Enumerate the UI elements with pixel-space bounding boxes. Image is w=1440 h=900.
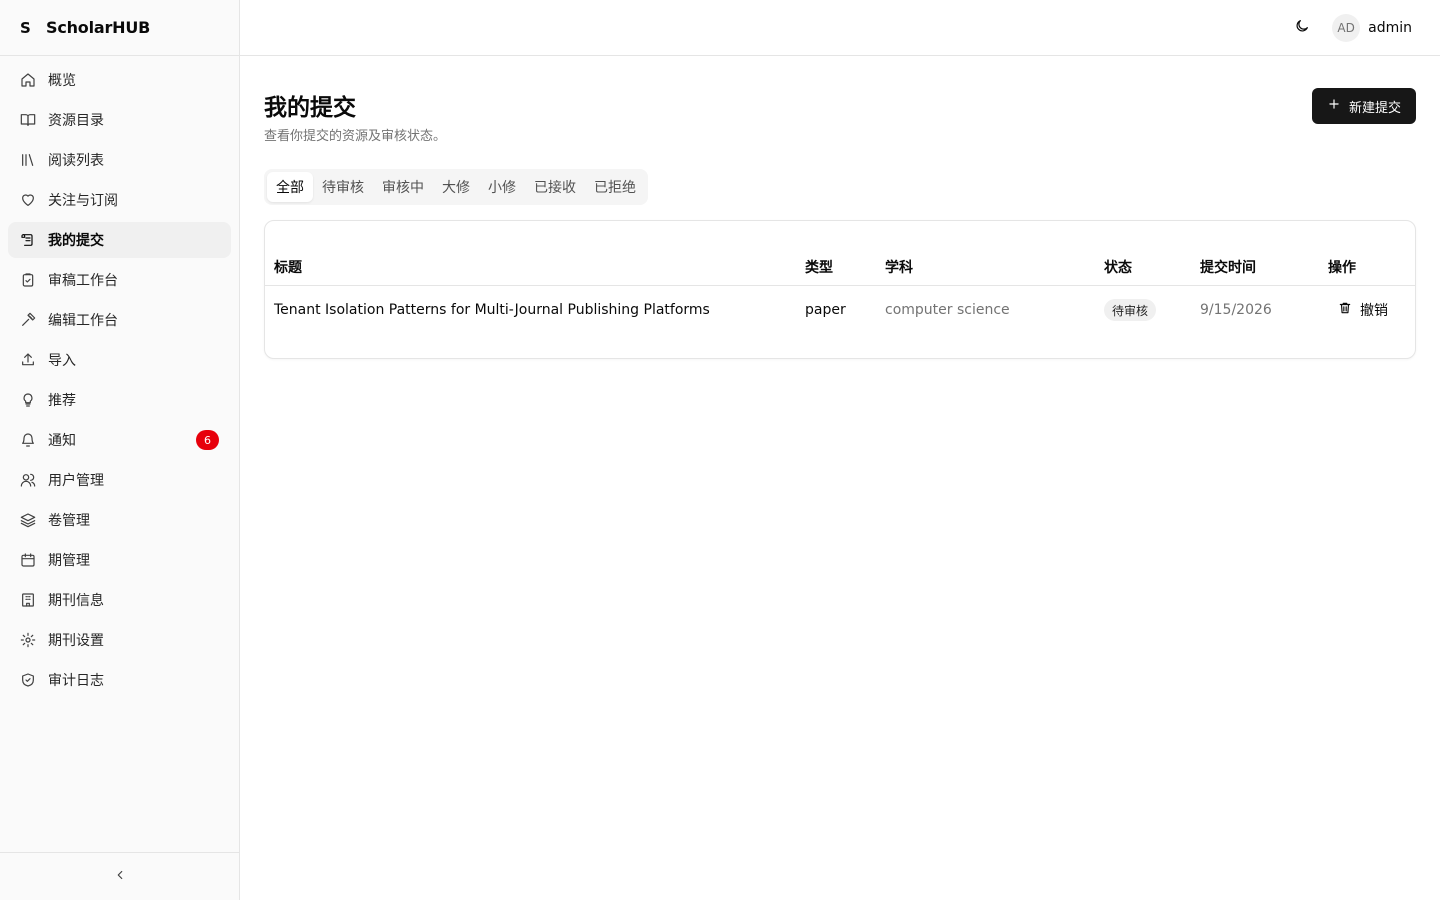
sidebar-item-label: 推荐 bbox=[48, 393, 76, 409]
sidebar-item-label: 关注与订阅 bbox=[48, 193, 118, 209]
status-badge: 待审核 bbox=[1104, 299, 1157, 321]
tab-minor-revision[interactable]: 小修 bbox=[479, 172, 525, 202]
shield-check-icon bbox=[20, 672, 36, 688]
book-open-icon bbox=[20, 112, 36, 128]
sidebar-item-label: 审稿工作台 bbox=[48, 273, 118, 289]
upload-icon bbox=[20, 352, 36, 368]
column-header-type: 类型 bbox=[805, 260, 833, 276]
building-icon bbox=[20, 592, 36, 608]
tab-pending[interactable]: 待审核 bbox=[313, 172, 373, 202]
gear-icon bbox=[20, 632, 36, 648]
brand[interactable]: S ScholarHUB bbox=[0, 0, 239, 56]
sidebar-item-audit-log[interactable]: 审计日志 bbox=[8, 662, 231, 698]
sidebar-item-label: 通知 bbox=[48, 433, 76, 449]
calendar-icon bbox=[20, 552, 36, 568]
avatar: AD bbox=[1332, 13, 1361, 42]
tab-under-review[interactable]: 审核中 bbox=[373, 172, 433, 202]
sidebar-item-journal-settings[interactable]: 期刊设置 bbox=[8, 622, 231, 658]
sidebar-item-review-workbench[interactable]: 审稿工作台 bbox=[8, 262, 231, 298]
page-header: 我的提交 查看你提交的资源及审核状态。 新建提交 bbox=[264, 56, 1416, 168]
sidebar-item-journal-info[interactable]: 期刊信息 bbox=[8, 582, 231, 618]
hammer-icon bbox=[20, 312, 36, 328]
sidebar-item-reading-list[interactable]: 阅读列表 bbox=[8, 142, 231, 178]
library-icon bbox=[20, 152, 36, 168]
withdraw-label: 撤销 bbox=[1360, 303, 1388, 319]
column-header-status: 状态 bbox=[1104, 260, 1132, 276]
chevron-left-icon bbox=[113, 868, 127, 886]
sidebar-item-label: 审计日志 bbox=[48, 673, 104, 689]
layers-icon bbox=[20, 512, 36, 528]
sidebar-item-label: 期管理 bbox=[48, 553, 90, 569]
user-menu[interactable]: AD admin bbox=[1332, 13, 1412, 42]
clipboard-check-icon bbox=[20, 272, 36, 288]
sidebar-item-import[interactable]: 导入 bbox=[8, 342, 231, 378]
sidebar-item-overview[interactable]: 概览 bbox=[8, 62, 231, 98]
column-header-subject: 学科 bbox=[885, 260, 913, 276]
sidebar-nav: 概览 资源目录 阅读列表 关注与订阅 我的提交 审稿工作台 编辑工作台 导入 推… bbox=[0, 56, 239, 708]
brand-name: ScholarHUB bbox=[46, 18, 151, 37]
sidebar-item-label: 期刊信息 bbox=[48, 593, 104, 609]
plus-icon bbox=[1327, 97, 1341, 115]
withdraw-button[interactable]: 撤销 bbox=[1338, 300, 1388, 320]
username: admin bbox=[1368, 19, 1412, 36]
sidebar-item-label: 我的提交 bbox=[48, 233, 104, 249]
new-submission-button[interactable]: 新建提交 bbox=[1312, 88, 1416, 124]
sidebar-item-volumes[interactable]: 卷管理 bbox=[8, 502, 231, 538]
column-header-submitted: 提交时间 bbox=[1200, 260, 1256, 276]
trash-icon bbox=[1338, 301, 1352, 319]
sidebar-item-users[interactable]: 用户管理 bbox=[8, 462, 231, 498]
sidebar-item-notifications[interactable]: 通知 6 bbox=[8, 422, 231, 458]
sidebar-item-follows[interactable]: 关注与订阅 bbox=[8, 182, 231, 218]
theme-toggle-button[interactable] bbox=[1294, 18, 1310, 38]
main-content: 我的提交 查看你提交的资源及审核状态。 新建提交 全部 待审核 审核中 大修 小… bbox=[264, 56, 1416, 359]
table-header: 标题 类型 学科 状态 提交时间 操作 bbox=[265, 249, 1415, 286]
topbar: AD admin bbox=[240, 0, 1440, 56]
new-submission-label: 新建提交 bbox=[1348, 100, 1401, 116]
page-title: 我的提交 bbox=[264, 95, 356, 121]
sidebar-item-label: 编辑工作台 bbox=[48, 313, 118, 329]
row-type: paper bbox=[805, 302, 846, 318]
lightbulb-icon bbox=[20, 392, 36, 408]
moon-icon bbox=[1294, 19, 1310, 38]
tab-rejected[interactable]: 已拒绝 bbox=[585, 172, 645, 202]
tab-accepted[interactable]: 已接收 bbox=[525, 172, 585, 202]
sidebar-collapse-button[interactable] bbox=[0, 852, 239, 900]
sidebar: S ScholarHUB 概览 资源目录 阅读列表 关注与订阅 我的提交 审稿工… bbox=[0, 0, 240, 900]
users-icon bbox=[20, 472, 36, 488]
tab-major-revision[interactable]: 大修 bbox=[433, 172, 479, 202]
home-icon bbox=[20, 72, 36, 88]
brand-logo: S bbox=[20, 18, 31, 37]
sidebar-item-label: 用户管理 bbox=[48, 473, 104, 489]
sidebar-item-catalog[interactable]: 资源目录 bbox=[8, 102, 231, 138]
row-title[interactable]: Tenant Isolation Patterns for Multi-Jour… bbox=[274, 287, 710, 333]
sidebar-item-recommend[interactable]: 推荐 bbox=[8, 382, 231, 418]
table-row[interactable]: Tenant Isolation Patterns for Multi-Jour… bbox=[265, 287, 1415, 333]
scroll-icon bbox=[20, 232, 36, 248]
notification-count-badge: 6 bbox=[196, 430, 219, 450]
heart-icon bbox=[20, 192, 36, 208]
bell-icon bbox=[20, 432, 36, 448]
sidebar-item-label: 阅读列表 bbox=[48, 153, 104, 169]
row-actions: 撤销 bbox=[1328, 287, 1388, 333]
page-subtitle: 查看你提交的资源及审核状态。 bbox=[264, 129, 447, 144]
row-status-cell: 待审核 bbox=[1104, 287, 1157, 333]
sidebar-item-label: 卷管理 bbox=[48, 513, 90, 529]
sidebar-item-editor-workbench[interactable]: 编辑工作台 bbox=[8, 302, 231, 338]
column-header-actions: 操作 bbox=[1328, 260, 1356, 276]
sidebar-item-label: 期刊设置 bbox=[48, 633, 104, 649]
row-subject: computer science bbox=[885, 302, 1010, 318]
sidebar-item-label: 概览 bbox=[48, 73, 76, 89]
sidebar-item-my-submissions[interactable]: 我的提交 bbox=[8, 222, 231, 258]
status-tabs: 全部 待审核 审核中 大修 小修 已接收 已拒绝 bbox=[264, 169, 648, 205]
row-submitted-date: 9/15/2026 bbox=[1200, 302, 1272, 318]
tab-all[interactable]: 全部 bbox=[267, 172, 313, 202]
column-header-title: 标题 bbox=[274, 260, 302, 276]
submissions-table: 标题 类型 学科 状态 提交时间 操作 Tenant Isolation Pat… bbox=[264, 220, 1416, 359]
sidebar-item-label: 导入 bbox=[48, 353, 76, 369]
sidebar-item-label: 资源目录 bbox=[48, 113, 104, 129]
sidebar-item-issues[interactable]: 期管理 bbox=[8, 542, 231, 578]
